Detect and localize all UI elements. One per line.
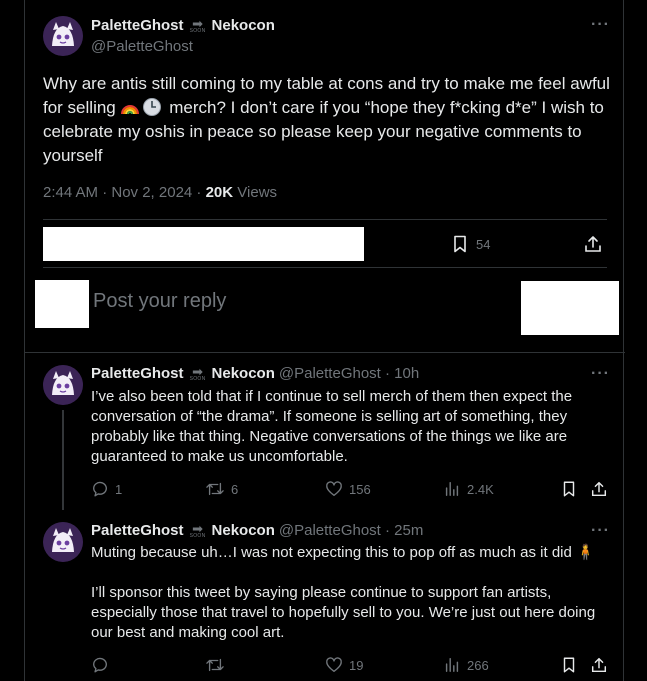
soon-arrow-icon: ➡ SOON <box>189 363 206 382</box>
bookmark-button[interactable] <box>560 480 578 498</box>
reply-input[interactable]: Post your reply <box>93 290 226 313</box>
like-count: 156 <box>349 481 371 497</box>
name-suffix: Nekocon <box>211 522 275 539</box>
tweet-text: Why are antis still coming to my table a… <box>43 74 610 165</box>
bookmark-icon <box>454 235 466 253</box>
thread-line <box>62 410 64 510</box>
author-name-row: PaletteGhost ➡ SOON Nekocon <box>91 15 275 35</box>
heart-icon <box>326 481 342 496</box>
rainbow-emoji-icon <box>121 105 140 115</box>
redacted-avatar <box>35 280 89 328</box>
handle-time[interactable]: @PaletteGhost · 25m <box>279 522 423 539</box>
author-name-row: PaletteGhost ➡ SOON Nekocon @PaletteGhost… <box>91 520 423 540</box>
clock-emoji-icon <box>143 98 162 116</box>
handle-row: @PaletteGhost <box>91 38 193 55</box>
handle-time[interactable]: @PaletteGhost · 10h <box>279 365 419 382</box>
redacted-reply-button <box>521 281 619 335</box>
soon-arrow-icon: ➡ SOON <box>189 520 206 539</box>
share-button[interactable] <box>590 656 608 674</box>
bookmark-icon <box>563 481 575 497</box>
handle[interactable]: @PaletteGhost <box>91 38 193 55</box>
display-name[interactable]: PaletteGhost <box>91 17 184 34</box>
name-suffix: Nekocon <box>211 17 275 34</box>
divider <box>43 219 607 220</box>
reply-text: I’ve also been told that if I continue t… <box>91 388 573 465</box>
analytics-icon <box>445 481 459 497</box>
repost-icon <box>206 482 224 496</box>
share-icon <box>591 657 607 673</box>
repost-icon <box>206 658 224 672</box>
display-name[interactable]: PaletteGhost <box>91 522 184 539</box>
views-button[interactable]: 2.4K <box>443 480 494 498</box>
divider <box>43 267 607 268</box>
more-options-icon[interactable]: ··· <box>591 16 610 34</box>
avatar[interactable] <box>43 365 83 405</box>
reply-icon <box>93 481 107 497</box>
avatar[interactable] <box>43 522 83 562</box>
view-count: 2.4K <box>467 481 494 497</box>
more-options-icon[interactable]: ··· <box>591 522 610 540</box>
timeline-column: PaletteGhost ➡ SOON Nekocon @PaletteGhost… <box>24 0 625 681</box>
bookmark-button[interactable]: 54 <box>450 234 490 254</box>
soon-arrow-icon: ➡ SOON <box>189 15 206 34</box>
like-button[interactable]: 19 <box>325 656 363 674</box>
more-options-icon[interactable]: ··· <box>591 365 610 383</box>
like-button[interactable]: 156 <box>325 480 371 498</box>
repost-button[interactable] <box>205 656 231 674</box>
reply-text-para2: I’ll sponsor this tweet by saying please… <box>91 584 596 641</box>
heart-icon <box>326 657 342 672</box>
repost-button[interactable]: 6 <box>205 480 238 498</box>
reply-text-line1: Muting because uh…I was not expecting th… <box>91 544 595 561</box>
avatar[interactable] <box>43 16 83 56</box>
reply-icon <box>93 657 107 673</box>
views-count: 20K <box>205 184 234 201</box>
bookmark-count: 54 <box>476 236 491 252</box>
views-button[interactable]: 266 <box>443 656 489 674</box>
repost-count: 6 <box>231 481 239 497</box>
like-count: 19 <box>349 657 364 673</box>
share-icon <box>591 481 607 497</box>
reply-button[interactable]: 1 <box>91 480 122 498</box>
bookmark-icon <box>563 657 575 673</box>
share-button[interactable] <box>583 234 603 254</box>
redacted-actions <box>43 227 364 261</box>
display-name[interactable]: PaletteGhost <box>91 365 184 382</box>
author-name-row: PaletteGhost ➡ SOON Nekocon @PaletteGhost… <box>91 363 419 383</box>
bookmark-button[interactable] <box>560 656 578 674</box>
share-icon <box>585 236 601 252</box>
reply-button[interactable] <box>91 656 115 674</box>
tweet-timestamp[interactable]: 2:44 AM · Nov 2, 2024 · 20K Views <box>43 184 277 201</box>
divider <box>25 352 625 353</box>
name-suffix: Nekocon <box>211 365 275 382</box>
reply-count: 1 <box>115 481 123 497</box>
analytics-icon <box>445 657 459 673</box>
view-count: 266 <box>467 657 489 673</box>
share-button[interactable] <box>590 480 608 498</box>
